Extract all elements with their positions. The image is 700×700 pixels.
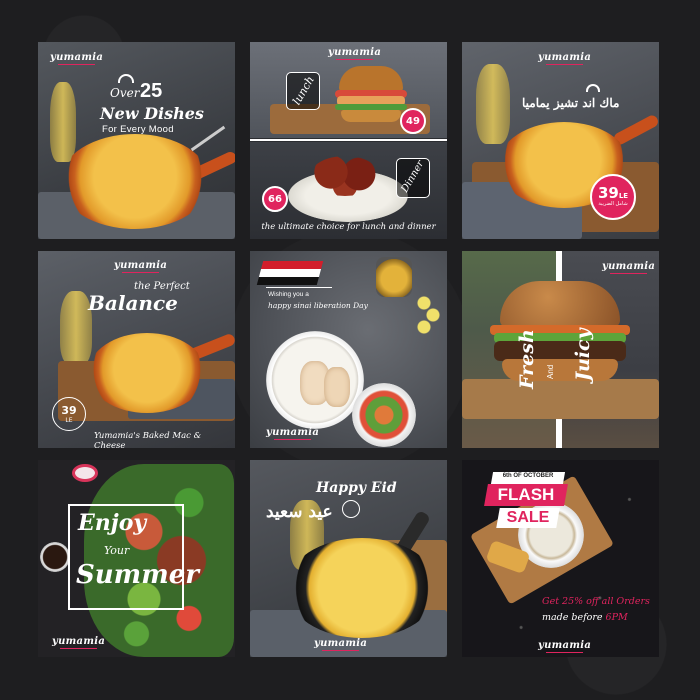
eid-arabic: عيد سعيد xyxy=(266,502,333,522)
sinai-label: happy sinai liberation Day xyxy=(268,301,368,310)
juicy-label: Juicy xyxy=(572,328,594,381)
brand-logo: yumamia xyxy=(538,640,592,651)
spice-bowl-image xyxy=(40,542,70,572)
ornament-icon xyxy=(338,496,364,522)
enjoy-label: Enjoy xyxy=(78,510,147,536)
burger-image xyxy=(490,281,630,391)
caption: Yumamia's Baked Mac & Cheese xyxy=(94,431,202,448)
balance-label: Balance xyxy=(88,291,178,315)
post-new-dishes[interactable]: yumamia Over 25 New Dishes For Every Moo… xyxy=(38,42,235,239)
brand-logo: yumamia xyxy=(266,427,320,438)
dinner-price-badge: 66 xyxy=(262,186,288,212)
date-label: 6th OF OCTOBER xyxy=(502,473,554,479)
cloche-icon xyxy=(118,74,134,83)
post-fresh-juicy[interactable]: yumamia Fresh And Juicy xyxy=(462,251,659,448)
brand-logo: yumamia xyxy=(114,260,168,271)
divider-line xyxy=(266,287,332,288)
fork-icon xyxy=(190,125,226,152)
oil-bottle-image xyxy=(476,64,510,144)
post-arabic-mac[interactable]: yumamia ماك اند تشيز يماميا 39LE شامل ال… xyxy=(462,42,659,239)
mac-cheese-pan-image xyxy=(60,134,210,229)
brand-logo: yumamia xyxy=(52,636,106,647)
wishing-label: Wishing you a xyxy=(268,291,309,298)
post-lunch-dinner[interactable]: yumamia lunch 49 66 Dinner the ultimate … xyxy=(250,42,447,239)
arabic-headline: ماك اند تشيز يماميا xyxy=(522,96,620,110)
rice-plate-image xyxy=(266,331,364,429)
summer-label: Summer xyxy=(76,560,199,590)
lunch-label: lunch xyxy=(286,72,320,110)
radish-image xyxy=(72,464,98,482)
brand-logo: yumamia xyxy=(50,52,104,63)
dinner-label: Dinner xyxy=(396,158,430,198)
post-perfect-balance[interactable]: yumamia the Perfect Balance 39 LE Yumami… xyxy=(38,251,235,448)
over-label: Over xyxy=(110,86,140,100)
mac-cheese-pan-image xyxy=(286,538,438,638)
offer-line-2: made before 6PM xyxy=(542,612,628,623)
fresh-label: Fresh xyxy=(516,329,538,389)
divider-line xyxy=(250,139,447,141)
meatballs-image xyxy=(310,156,380,196)
brand-logo: yumamia xyxy=(328,47,382,58)
dish-count: 25 xyxy=(140,80,163,102)
subheadline: For Every Mood xyxy=(102,124,174,135)
post-sinai-liberation[interactable]: Wishing you a happy sinai liberation Day… xyxy=(250,251,447,448)
brand-logo: yumamia xyxy=(314,638,368,649)
your-label: Your xyxy=(104,544,130,557)
offer-line-1: Get 25% off all Orders xyxy=(542,596,650,607)
brand-logo: yumamia xyxy=(538,52,592,63)
egypt-flag-icon xyxy=(256,261,324,285)
eid-greeting: Happy Eid xyxy=(316,480,397,496)
flash-label: FLASH xyxy=(497,485,555,504)
tagline: the ultimate choice for lunch and dinner xyxy=(261,222,436,232)
oil-bottle-image xyxy=(50,82,76,162)
sale-label: SALE xyxy=(506,509,550,526)
price-badge: 39 LE xyxy=(52,397,86,431)
post-enjoy-summer[interactable]: Enjoy Your Summer yumamia xyxy=(38,460,235,657)
cloche-icon xyxy=(586,84,600,92)
headline: New Dishes xyxy=(100,104,204,123)
lunch-price-badge: 49 xyxy=(400,108,426,134)
post-flash-sale[interactable]: 6th OF OCTOBER FLASH SALE Get 25% off al… xyxy=(462,460,659,657)
lemon-slices-image xyxy=(412,295,442,335)
and-label: And xyxy=(546,364,555,379)
honey-jar-image xyxy=(376,257,412,297)
burger-image xyxy=(335,66,407,124)
mac-cheese-pan-image xyxy=(88,333,206,413)
post-happy-eid[interactable]: Happy Eid عيد سعيد yumamia xyxy=(250,460,447,657)
price-badge: 39LE شامل الضريبة xyxy=(590,174,636,220)
salad-bowl-image xyxy=(352,383,416,447)
brand-logo: yumamia xyxy=(602,261,656,272)
